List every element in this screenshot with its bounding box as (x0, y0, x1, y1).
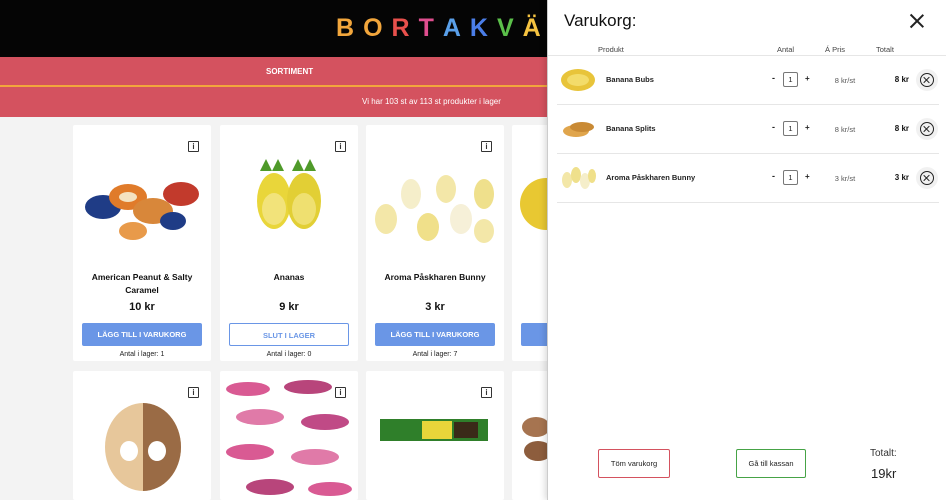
column-header-qty: Antal (777, 45, 795, 54)
increase-qty-button[interactable]: + (805, 74, 810, 83)
qty-input[interactable]: 1 (783, 121, 798, 136)
logo-letter: V (496, 14, 523, 42)
cart-item-image (563, 122, 594, 137)
product-card: i (220, 371, 358, 500)
cart-item-unit-price: 8 kr/st (834, 76, 856, 85)
checkout-button[interactable]: Gå till kassan (736, 449, 806, 478)
logo-letter: R (391, 14, 419, 42)
add-to-cart-button[interactable]: LÄGG TILL I VARUKORG (375, 323, 495, 346)
cart-total-label: Totalt: (870, 448, 897, 459)
column-header-total: Totalt (876, 45, 894, 54)
logo-letter: Ä (522, 14, 550, 42)
product-image (85, 182, 199, 240)
cart-title: Varukorg: (564, 11, 637, 30)
logo-letter: B (336, 14, 364, 42)
logo-letter: T (418, 14, 443, 42)
remove-item-button[interactable] (916, 118, 938, 140)
product-stock: Antal i lager: 1 (119, 351, 165, 358)
remove-icon (920, 73, 934, 87)
product-image (375, 175, 494, 243)
column-header-product: Produkt (598, 45, 624, 54)
product-stock: Antal i lager: 7 (412, 351, 458, 358)
remove-item-button[interactable] (916, 69, 938, 91)
cart-row: Banana Bubs - 1 + 8 kr/st 8 kr (557, 56, 939, 105)
cart-row: Banana Splits - 1 + 8 kr/st 8 kr (557, 105, 939, 154)
decrease-qty-button[interactable]: - (772, 73, 775, 83)
cart-total-value: 19kr (871, 466, 897, 481)
logo-letter: K (469, 14, 497, 42)
stock-banner-text: Vi har 103 st av 113 st produkter i lage… (362, 97, 501, 106)
product-image (105, 403, 181, 491)
cart-item-name: Banana Splits (606, 124, 656, 133)
cart-item-total: 8 kr (894, 75, 909, 84)
product-card: i American Peanut & Salty Caramel 10 kr … (73, 125, 211, 361)
cart-drawer: Varukorg: Produkt Antal Á Pris Totalt Ba… (547, 0, 946, 500)
product-image (226, 380, 352, 496)
qty-input[interactable]: 1 (783, 72, 798, 87)
increase-qty-button[interactable]: + (805, 172, 810, 181)
cart-item-image (562, 167, 596, 189)
nav-item-sortiment[interactable]: SORTIMENT (266, 67, 313, 76)
cart-item-unit-price: 8 kr/st (834, 125, 856, 134)
remove-item-button[interactable] (916, 167, 938, 189)
product-card: i (366, 371, 504, 500)
cart-item-total: 8 kr (894, 124, 909, 133)
product-card: i Aroma Påskharen Bunny 3 kr LÄGG TILL I… (366, 125, 504, 361)
product-card: i Ananas 9 kr SLUT I LAGER Antal i lager… (220, 125, 358, 361)
product-image (257, 159, 321, 229)
cart-item-name: Banana Bubs (606, 75, 654, 84)
product-price: 3 kr (425, 301, 445, 313)
product-price: 9 kr (279, 301, 299, 313)
remove-icon (920, 122, 934, 136)
sold-out-button[interactable]: SLUT I LAGER (229, 323, 349, 346)
cart-item-unit-price: 3 kr/st (834, 174, 856, 183)
add-to-cart-button[interactable]: LÄGG TILL I VARUKORG (82, 323, 202, 346)
product-card: i (73, 371, 211, 500)
column-header-unit-price: Á Pris (825, 45, 846, 54)
qty-input[interactable]: 1 (783, 170, 798, 185)
cart-item-total: 3 kr (894, 173, 909, 182)
cart-row: Aroma Påskharen Bunny - 1 + 3 kr/st 3 kr (557, 154, 939, 203)
cart-item-name: Aroma Påskharen Bunny (606, 173, 696, 182)
decrease-qty-button[interactable]: - (772, 122, 775, 132)
empty-cart-button[interactable]: Töm varukorg (598, 449, 670, 478)
product-stock: Antal i lager: 0 (266, 351, 312, 358)
info-icon[interactable]: i (481, 387, 492, 398)
product-price: 10 kr (129, 301, 155, 313)
close-icon[interactable] (910, 14, 924, 28)
cart-item-image (561, 69, 595, 91)
product-image (380, 419, 488, 441)
remove-icon (920, 171, 934, 185)
product-name: Ananas (273, 272, 305, 282)
decrease-qty-button[interactable]: - (772, 171, 775, 181)
product-name: American Peanut & Salty Caramel (91, 272, 193, 295)
increase-qty-button[interactable]: + (805, 123, 810, 132)
logo-letter: O (363, 14, 392, 42)
logo-letter: A (442, 14, 470, 42)
product-name: Aroma Påskharen Bunny (384, 272, 486, 282)
